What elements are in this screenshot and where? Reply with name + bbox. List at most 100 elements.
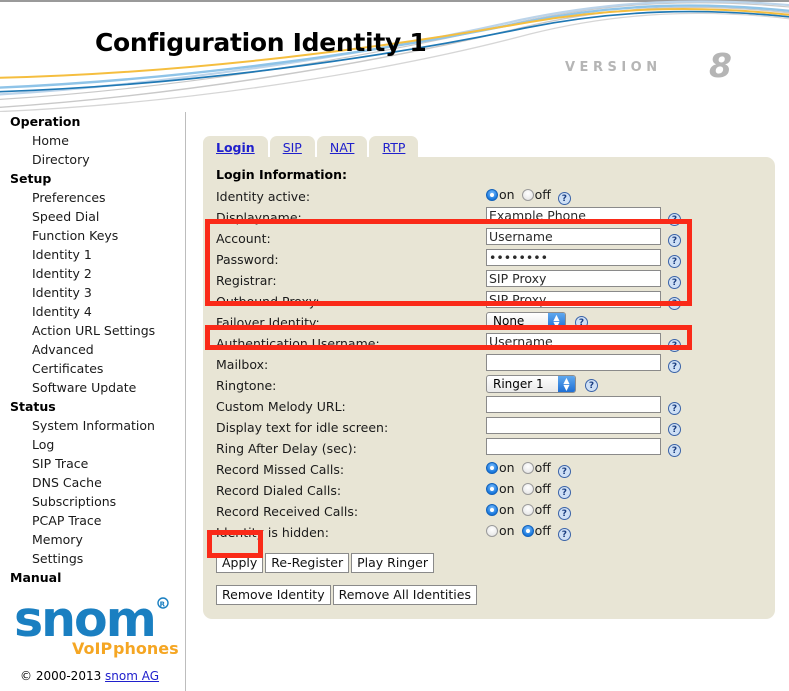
- form-row-record-dialed-calls: Record Dialed Calls: on off?: [203, 480, 775, 501]
- outbound-proxy-help-icon[interactable]: ?: [668, 297, 681, 310]
- identity-active-help-icon[interactable]: ?: [557, 192, 571, 205]
- copyright-line: © 2000-2013 snom AG: [20, 669, 159, 683]
- identity-is-hidden-help-icon[interactable]: ?: [557, 528, 571, 541]
- record-received-calls-radio-on[interactable]: [486, 504, 498, 516]
- snom-ag-link[interactable]: snom AG: [105, 669, 159, 683]
- sidebar-nav: Operation Home Directory Setup Preferences Sp…: [0, 112, 185, 587]
- outbound-proxy-control: ?: [486, 291, 681, 310]
- sidebar-item-memory[interactable]: Memory: [0, 530, 185, 549]
- custom-melody-url-help-icon[interactable]: ?: [668, 402, 681, 415]
- sidebar-item-settings[interactable]: Settings: [0, 549, 185, 568]
- authentication-username-input[interactable]: [486, 333, 661, 350]
- ringtone-help-icon[interactable]: ?: [585, 379, 598, 392]
- identity-is-hidden-radio-on-label: on: [499, 523, 515, 538]
- record-missed-calls-radio-off-label: off: [534, 460, 551, 475]
- sidebar-item-speed-dial[interactable]: Speed Dial: [0, 207, 185, 226]
- account-help-icon[interactable]: ?: [668, 234, 681, 247]
- mailbox-help-icon[interactable]: ?: [668, 360, 681, 373]
- form-row-display-text-for-idle-screen: Display text for idle screen:?: [203, 417, 775, 438]
- sidebar-item-system-information[interactable]: System Information: [0, 416, 185, 435]
- record-missed-calls-label: Record Missed Calls:: [216, 462, 345, 477]
- sidebar-item-software-update[interactable]: Software Update: [0, 378, 185, 397]
- registrar-input[interactable]: [486, 270, 661, 287]
- sidebar-item-action-url-settings[interactable]: Action URL Settings: [0, 321, 185, 340]
- sidebar-item-identity-4[interactable]: Identity 4: [0, 302, 185, 321]
- sidebar-item-advanced[interactable]: Advanced: [0, 340, 185, 359]
- sidebar-item-log[interactable]: Log: [0, 435, 185, 454]
- sidebar-item-certificates[interactable]: Certificates: [0, 359, 185, 378]
- sidebar-item-identity-3[interactable]: Identity 3: [0, 283, 185, 302]
- identity-active-radio-off[interactable]: [521, 189, 534, 201]
- record-received-calls-radio-off-label: off: [534, 502, 551, 517]
- custom-melody-url-label: Custom Melody URL:: [216, 399, 346, 414]
- record-dialed-calls-radio-on[interactable]: [486, 483, 498, 495]
- sidebar-item-dns-cache[interactable]: DNS Cache: [0, 473, 185, 492]
- record-dialed-calls-radio-on-label: on: [499, 481, 515, 496]
- tab-login[interactable]: Login: [203, 136, 268, 157]
- tab-nat[interactable]: NAT: [316, 136, 368, 157]
- record-missed-calls-help-icon[interactable]: ?: [557, 465, 571, 478]
- display-text-for-idle-screen-input[interactable]: [486, 417, 661, 434]
- form-row-identity-is-hidden: Identity is hidden: on off?: [203, 522, 775, 543]
- display-text-for-idle-screen-help-icon[interactable]: ?: [668, 423, 681, 436]
- record-dialed-calls-help-icon[interactable]: ?: [557, 486, 571, 499]
- displayname-input[interactable]: [486, 207, 661, 224]
- remove-all-identities-button[interactable]: Remove All Identities: [332, 585, 477, 605]
- record-missed-calls-radio-group: on off?: [486, 460, 571, 478]
- section-title: Login Information:: [216, 167, 347, 182]
- record-missed-calls-radio-on-label: on: [499, 460, 515, 475]
- sidebar-item-sip-trace[interactable]: SIP Trace: [0, 454, 185, 473]
- sidebar-item-pcap-trace[interactable]: PCAP Trace: [0, 511, 185, 530]
- sidebar-group-setup: Setup: [10, 171, 52, 186]
- sidebar-item-function-keys[interactable]: Function Keys: [0, 226, 185, 245]
- identity-is-hidden-radio-on[interactable]: [486, 525, 498, 537]
- chevron-updown-icon: ▲ ▼: [558, 376, 575, 392]
- failover-identity-select[interactable]: None ▲ ▼: [486, 312, 566, 330]
- sidebar-item-preferences[interactable]: Preferences: [0, 188, 185, 207]
- ringtone-label: Ringtone:: [216, 378, 277, 393]
- sidebar-item-identity-1[interactable]: Identity 1: [0, 245, 185, 264]
- identity-is-hidden-label: Identity is hidden:: [216, 525, 329, 540]
- record-received-calls-label: Record Received Calls:: [216, 504, 359, 519]
- identity-active-radio-on[interactable]: [486, 189, 498, 201]
- svg-text:phones: phones: [113, 639, 179, 658]
- sidebar-item-identity-2[interactable]: Identity 2: [0, 264, 185, 283]
- tab-sip[interactable]: SIP: [269, 136, 315, 157]
- page-header: Configuration Identity 1 VERSION 8: [0, 0, 789, 112]
- outbound-proxy-input[interactable]: [486, 291, 661, 308]
- sidebar-group-manual: Manual: [10, 570, 62, 585]
- password-input[interactable]: [486, 249, 661, 266]
- sidebar-item-home[interactable]: Home: [0, 131, 185, 150]
- record-missed-calls-radio-on[interactable]: [486, 462, 498, 474]
- authentication-username-help-icon[interactable]: ?: [668, 339, 681, 352]
- password-help-icon[interactable]: ?: [668, 255, 681, 268]
- record-received-calls-radio-off[interactable]: [521, 504, 534, 516]
- re-register-button[interactable]: Re-Register: [265, 553, 350, 573]
- ring-after-delay-sec-input[interactable]: [486, 438, 661, 455]
- custom-melody-url-input[interactable]: [486, 396, 661, 413]
- svg-text:R: R: [160, 601, 166, 609]
- snom-logo-graphic: snom R VoIP phones: [14, 596, 179, 658]
- displayname-help-icon[interactable]: ?: [668, 213, 681, 226]
- mailbox-control: ?: [486, 354, 681, 373]
- record-received-calls-help-icon[interactable]: ?: [557, 507, 571, 520]
- custom-melody-url-control: ?: [486, 396, 681, 415]
- ringtone-select[interactable]: Ringer 1 ▲ ▼: [486, 375, 576, 393]
- failover-identity-help-icon[interactable]: ?: [575, 316, 588, 329]
- form-row-ringtone: Ringtone: Ringer 1 ▲ ▼?: [203, 375, 775, 396]
- registrar-help-icon[interactable]: ?: [668, 276, 681, 289]
- identity-is-hidden-radio-group: on off?: [486, 523, 571, 541]
- identity-is-hidden-radio-off[interactable]: [521, 525, 534, 537]
- ring-after-delay-sec-help-icon[interactable]: ?: [668, 444, 681, 457]
- sidebar-item-directory[interactable]: Directory: [0, 150, 185, 169]
- sidebar-item-subscriptions[interactable]: Subscriptions: [0, 492, 185, 511]
- record-missed-calls-radio-off[interactable]: [521, 462, 534, 474]
- account-input[interactable]: [486, 228, 661, 245]
- remove-identity-button[interactable]: Remove Identity: [216, 585, 331, 605]
- mailbox-input[interactable]: [486, 354, 661, 371]
- play-ringer-button[interactable]: Play Ringer: [351, 553, 434, 573]
- apply-button[interactable]: Apply: [216, 553, 264, 573]
- tab-rtp[interactable]: RTP: [369, 136, 419, 157]
- form-row-account: Account:?: [203, 228, 775, 249]
- record-dialed-calls-radio-off[interactable]: [521, 483, 534, 495]
